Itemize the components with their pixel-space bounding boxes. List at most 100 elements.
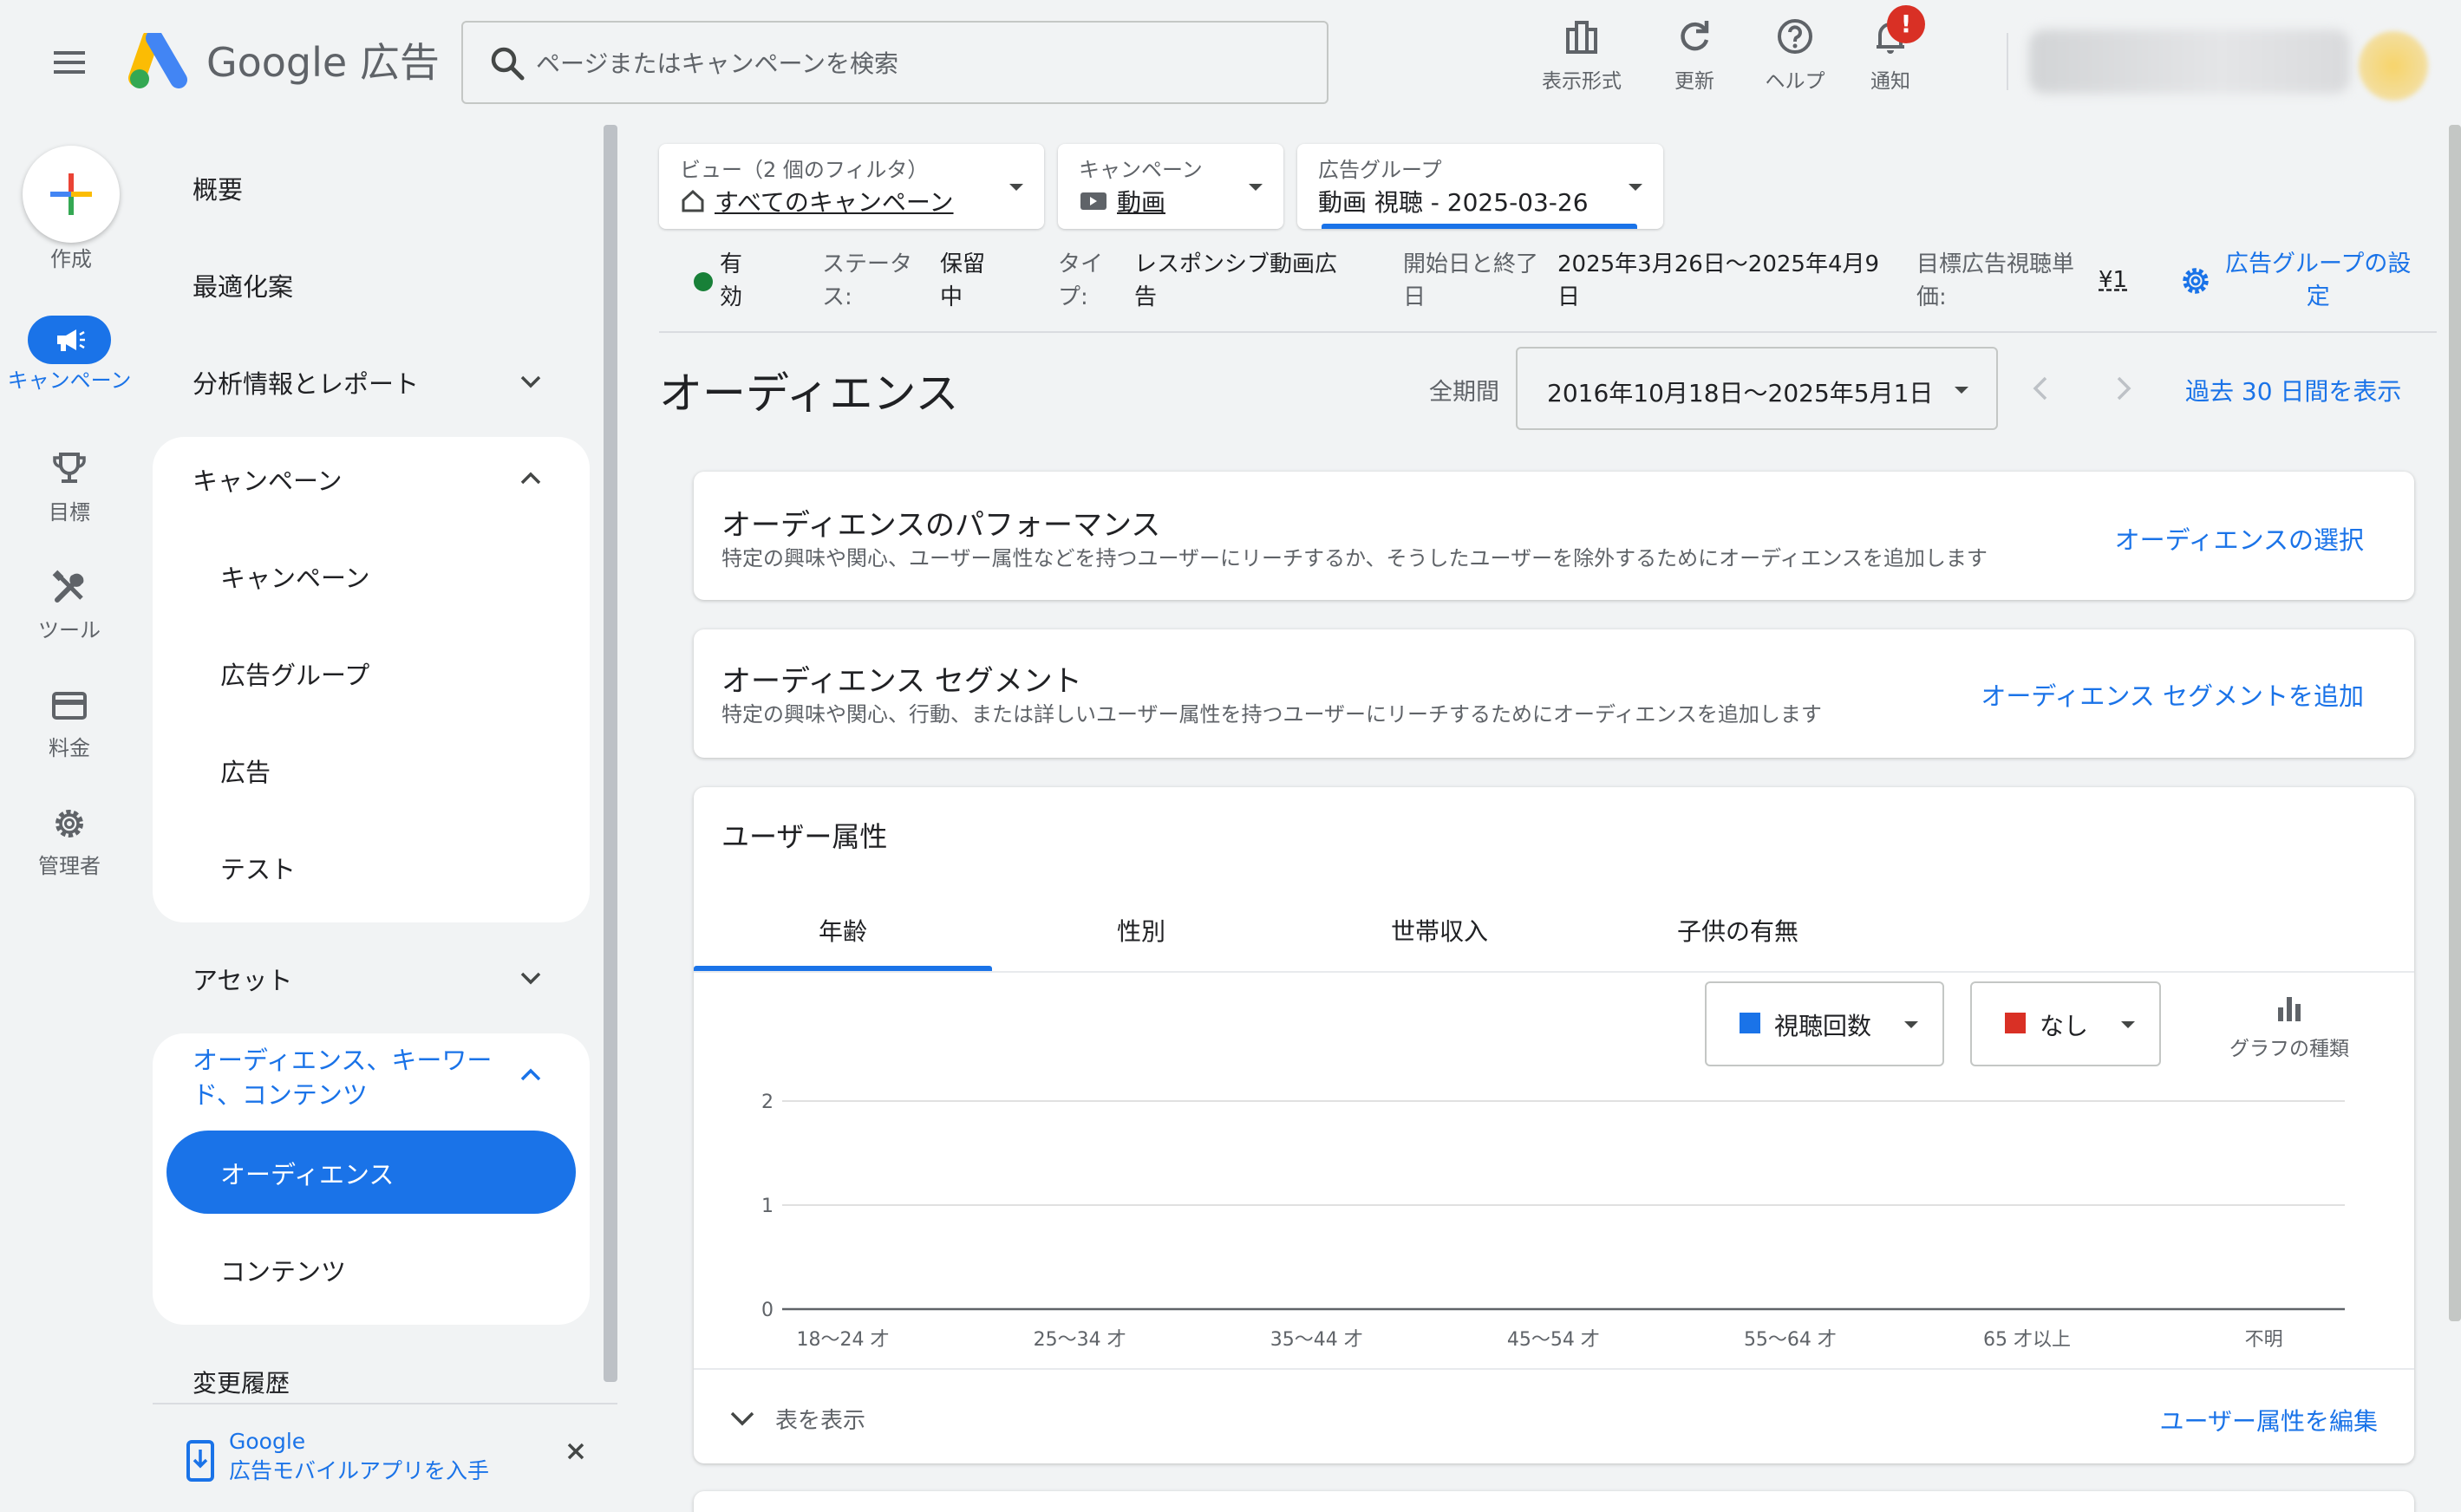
divider: [153, 1403, 617, 1404]
nav-assets[interactable]: アセット: [193, 961, 292, 997]
adgroup-filter-value: 動画 視聴 - 2025-03-26: [1318, 188, 1589, 217]
refresh-label: 更新: [1674, 70, 1714, 93]
rail-item-campaigns[interactable]: [28, 316, 111, 364]
app-promo-line2: 広告モバイルアプリを入手: [229, 1458, 490, 1483]
tab-household-income[interactable]: 世帯収入: [1290, 910, 1589, 973]
nav-audience-header-line2[interactable]: ド、コンテンツ: [193, 1075, 368, 1111]
nav-insights[interactable]: 分析情報とレポート: [193, 364, 419, 401]
credit-card-icon: [52, 692, 87, 720]
dates-value: 2025年3月26日〜2025年4月9 日: [1557, 251, 1880, 310]
x-tick-label: 不明: [2245, 1329, 2283, 1351]
status-value: 保留中: [940, 251, 986, 310]
create-label: 作成: [50, 247, 92, 271]
campaign-filter[interactable]: キャンペーン 動画: [1058, 144, 1283, 229]
chevron-down-icon[interactable]: [515, 962, 546, 994]
type-label: タイ プ:: [1058, 251, 1104, 310]
video-icon: [1080, 192, 1106, 210]
card-title: ユーザー属性: [721, 820, 888, 853]
chevron-left-icon[interactable]: [2020, 368, 2062, 409]
last-30-days-link[interactable]: 過去 30 日間を表示: [2185, 373, 2401, 407]
enabled-state: 有効: [720, 251, 743, 310]
chart-type-button[interactable]: グラフの種類: [2203, 992, 2376, 1061]
view-filter-value: すべてのキャンペーン: [715, 188, 954, 217]
rail-item-tools[interactable]: [0, 569, 139, 607]
nav-audience-header-line1[interactable]: オーディエンス、キーワー: [193, 1040, 492, 1077]
refresh-button[interactable]: 更新: [1642, 16, 1746, 102]
chevron-up-icon[interactable]: [515, 463, 546, 494]
nav-recommendations[interactable]: 最適化案: [193, 267, 293, 303]
menu-icon[interactable]: [43, 36, 95, 88]
audience-segment-card: オーディエンス セグメント 特定の興味や関心、行動、または詳しいユーザー属性を持…: [694, 629, 2414, 758]
nav-change-history[interactable]: 変更履歴: [193, 1365, 290, 1399]
rail-item-goals[interactable]: [0, 449, 139, 487]
nav-overview[interactable]: 概要: [193, 170, 243, 206]
target-cpv-value[interactable]: ¥1: [2099, 264, 2127, 297]
nav-sub-audiences-label: オーディエンス: [220, 1160, 395, 1189]
nav-sub-content[interactable]: コンテンツ: [220, 1252, 346, 1288]
select-audience-link[interactable]: オーディエンスの選択: [2115, 520, 2364, 557]
view-mode-button[interactable]: 表示形式: [1530, 16, 1634, 102]
caret-down-icon: [1955, 387, 1968, 394]
rail-item-billing[interactable]: [0, 687, 139, 725]
x-tick-label: 65 才以上: [1983, 1329, 2071, 1351]
show-table-toggle[interactable]: 表を表示: [725, 1401, 865, 1436]
metric1-swatch: [1740, 1013, 1760, 1033]
rail-label-goals: 目標: [49, 500, 90, 525]
adgroup-filter[interactable]: 広告グループ 動画 視聴 - 2025-03-26: [1297, 144, 1663, 229]
metric1-select[interactable]: 視聴回数: [1705, 981, 1944, 1066]
view-filter[interactable]: ビュー（2 個のフィルタ） すべてのキャンペーン: [659, 144, 1044, 229]
adgroup-settings-link[interactable]: 広告グループの設定: [2225, 248, 2411, 314]
app-promo-line1: Google: [229, 1429, 306, 1454]
nav-sub-ads[interactable]: 広告: [220, 753, 271, 789]
date-range-value: 2016年10月18日〜2025年5月1日: [1547, 379, 1934, 407]
account-info[interactable]: [2029, 29, 2350, 94]
nav-scrollbar[interactable]: [604, 125, 617, 1382]
tab-parental-status[interactable]: 子供の有無: [1589, 910, 1887, 973]
chevron-up-icon[interactable]: [515, 1059, 546, 1091]
adgroup-active-indicator: [1322, 224, 1637, 229]
search-input[interactable]: [536, 42, 1299, 85]
main-scrollbar[interactable]: [2449, 125, 2461, 1321]
target-cpv-label: 目標広告視聴単 価:: [1916, 251, 2075, 310]
chevron-down-icon[interactable]: [515, 366, 546, 397]
metric2-select[interactable]: なし: [1970, 981, 2161, 1066]
settings-gear-icon[interactable]: [2178, 264, 2213, 298]
refresh-icon: [1681, 21, 1709, 51]
date-range-picker[interactable]: 2016年10月18日〜2025年5月1日: [1516, 347, 1998, 430]
search-bar[interactable]: [461, 21, 1328, 104]
divider: [694, 1368, 2414, 1370]
notification-badge: !: [1887, 5, 1925, 43]
edit-demographics-link[interactable]: ユーザー属性を編集: [2160, 1403, 2378, 1437]
age-chart: 0 1 2 18〜24 才 25〜34 才 35〜44 才 45〜54 才 55〜64 才 65…: [761, 1092, 2345, 1351]
caret-down-icon: [1009, 184, 1023, 191]
y-tick-label: 0: [761, 1300, 774, 1321]
dates-label: 開始日と終了日: [1403, 251, 1539, 310]
google-ads-logo-icon[interactable]: [128, 33, 193, 90]
app-promo-link[interactable]: Google 広告モバイルアプリを入手: [229, 1427, 489, 1486]
nav-campaigns-header[interactable]: キャンペーン: [193, 461, 343, 498]
active-tab-indicator: [694, 966, 992, 971]
rail-item-admin[interactable]: [0, 805, 139, 843]
view-mode-icon: [1566, 21, 1597, 54]
chevron-right-icon[interactable]: [2102, 368, 2144, 409]
x-tick-label: 55〜64 才: [1744, 1329, 1837, 1351]
avatar[interactable]: [2359, 31, 2428, 101]
help-button[interactable]: ヘルプ: [1743, 16, 1847, 102]
nav-sub-experiments[interactable]: テスト: [220, 850, 296, 886]
nav-sub-campaigns[interactable]: キャンペーン: [220, 558, 370, 595]
view-filter-label: ビュー（2 個のフィルタ）: [680, 158, 929, 182]
tab-gender[interactable]: 性別: [992, 910, 1290, 973]
tab-age[interactable]: 年齢: [694, 910, 992, 973]
status-label: ステータ ス:: [822, 251, 913, 310]
caret-down-icon: [2121, 1021, 2135, 1028]
nav-sub-adgroups[interactable]: 広告グループ: [220, 655, 369, 692]
period-label: 全期間: [1429, 379, 1499, 406]
adgroup-status-bar: 有効 ステータ ス: 保留中 タイ プ: レスポンシブ動画広告 開始日と終了日 20…: [659, 234, 2437, 333]
create-button[interactable]: [23, 146, 120, 243]
tools-icon: [52, 570, 84, 603]
nav-sub-audiences-active[interactable]: オーディエンス: [166, 1131, 576, 1214]
close-icon[interactable]: [562, 1437, 590, 1465]
demographics-card: ユーザー属性 年齢 性別 世帯収入 子供の有無 視聴回数 なし グラフの種類 0…: [694, 787, 2414, 1463]
plus-icon: [50, 173, 92, 215]
add-audience-segment-link[interactable]: オーディエンス セグメントを追加: [1981, 676, 2364, 713]
